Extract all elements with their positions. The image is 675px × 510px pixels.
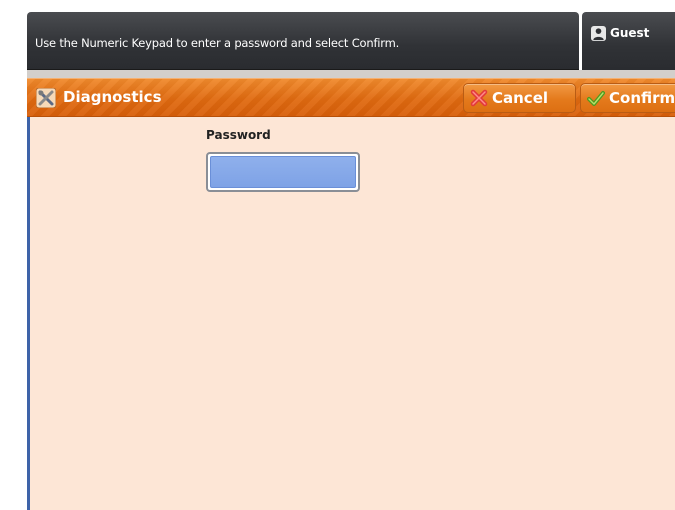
message-bar: Use the Numeric Keypad to enter a passwo… (27, 12, 579, 70)
separator-strip (27, 70, 675, 78)
tools-icon (36, 88, 56, 108)
user-login-button[interactable]: Guest (582, 12, 675, 70)
password-label: Password (206, 128, 271, 142)
confirm-button[interactable]: Confirm (580, 83, 675, 113)
title-bar: Diagnostics Cancel Confirm (27, 78, 675, 117)
instruction-message: Use the Numeric Keypad to enter a passwo… (35, 36, 400, 50)
password-value (210, 156, 356, 188)
confirm-button-label: Confirm (609, 89, 675, 107)
cancel-button[interactable]: Cancel (463, 83, 576, 113)
user-name: Guest (610, 26, 650, 40)
page-title: Diagnostics (63, 88, 162, 106)
screen: Use the Numeric Keypad to enter a passwo… (0, 0, 675, 510)
content-panel: Password (27, 117, 675, 510)
checkmark-icon (587, 91, 605, 106)
user-icon (591, 26, 606, 41)
cancel-button-label: Cancel (492, 89, 549, 107)
x-icon (470, 89, 488, 107)
password-field[interactable] (206, 152, 360, 192)
